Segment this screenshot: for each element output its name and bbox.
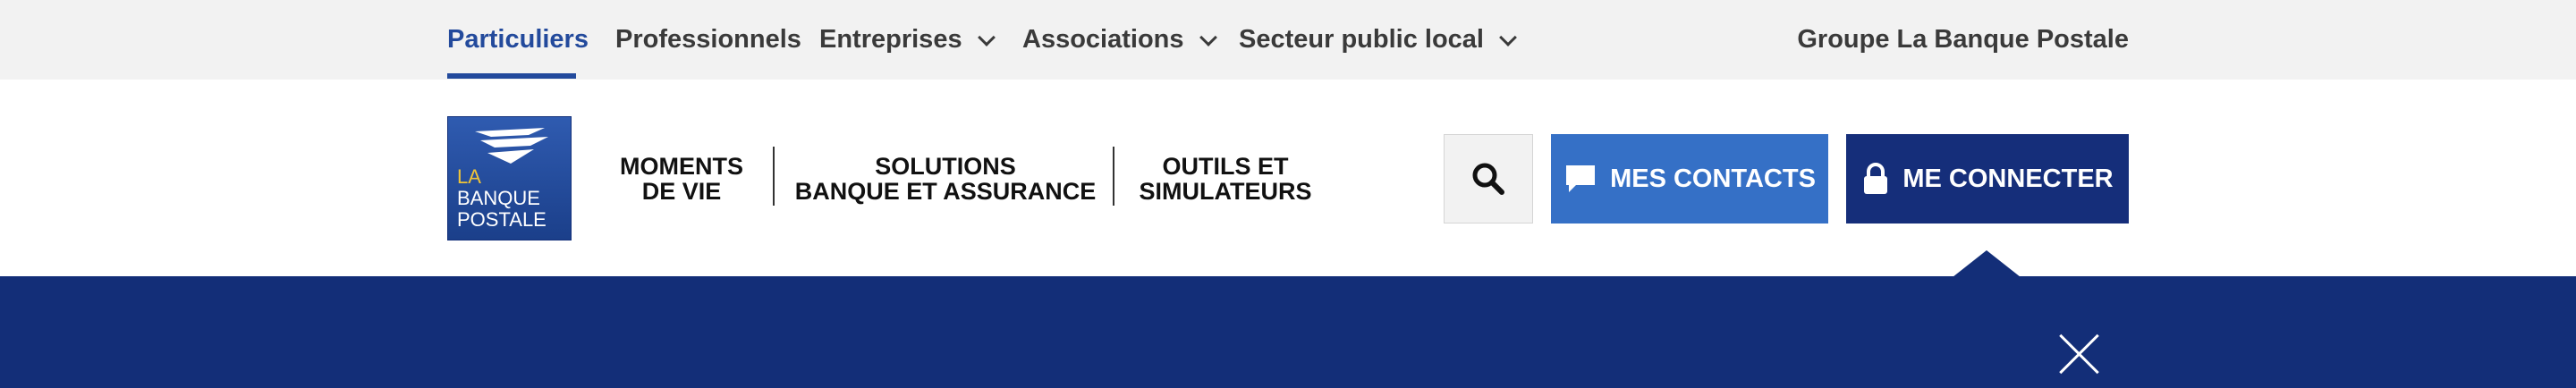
nav-label-line2: BANQUE ET ASSURANCE [794, 178, 1097, 205]
segment-label: Entreprises [819, 25, 962, 54]
segment-secteur-public-local[interactable]: Secteur public local [1239, 0, 1517, 80]
chevron-down-icon [1199, 28, 1217, 46]
main-header: LA BANQUE POSTALE MOMENTS DE VIE SOLUTIO… [0, 80, 2576, 276]
connect-dropdown-panel [0, 276, 2576, 388]
mes-contacts-label: MES CONTACTS [1610, 164, 1816, 193]
segment-bar: Particuliers Professionnels Entreprises … [0, 0, 2576, 80]
nav-label-line1: OUTILS ET [1162, 153, 1289, 180]
lock-icon [1861, 162, 1890, 196]
me-connecter-button[interactable]: ME CONNECTER [1846, 134, 2129, 224]
segment-associations[interactable]: Associations [1022, 0, 1217, 80]
logo-text-postale: POSTALE [457, 208, 547, 231]
nav-label-line1: SOLUTIONS [875, 153, 1016, 180]
close-icon[interactable] [2060, 334, 2099, 374]
segment-particuliers[interactable]: Particuliers [447, 0, 589, 80]
panel-pointer [1953, 250, 2021, 277]
nav-label-line2: DE VIE [641, 178, 722, 205]
segment-label: Professionnels [615, 25, 801, 54]
nav-outils-simulateurs[interactable]: OUTILS ET SIMULATEURS [1138, 149, 1313, 208]
mes-contacts-button[interactable]: MES CONTACTS [1551, 134, 1828, 224]
search-button[interactable] [1444, 134, 1533, 224]
nav-moments-de-vie[interactable]: MOMENTS DE VIE [615, 149, 748, 208]
nav-divider [1113, 147, 1114, 206]
bird-logo-icon [475, 128, 548, 164]
me-connecter-label: ME CONNECTER [1902, 164, 2114, 193]
chevron-down-icon [977, 28, 996, 46]
groupe-link[interactable]: Groupe La Banque Postale [1797, 0, 2129, 80]
nav-solutions-banque-assurance[interactable]: SOLUTIONS BANQUE ET ASSURANCE [795, 149, 1097, 208]
segment-label: Particuliers [447, 25, 589, 54]
nav-label-line1: MOMENTS [620, 153, 743, 180]
logo-text-banque: BANQUE [457, 187, 540, 209]
segment-entreprises[interactable]: Entreprises [819, 0, 996, 80]
segment-professionnels[interactable]: Professionnels [615, 0, 801, 80]
nav-divider [773, 147, 775, 206]
chat-bubble-icon [1563, 163, 1597, 195]
chevron-down-icon [1499, 28, 1517, 46]
segment-label: Secteur public local [1239, 25, 1484, 54]
search-icon [1472, 163, 1504, 195]
la-banque-postale-logo[interactable]: LA BANQUE POSTALE [447, 116, 572, 240]
active-segment-underline [447, 73, 576, 79]
segment-label: Associations [1022, 25, 1184, 54]
logo-text-la: LA [457, 165, 481, 188]
nav-label-line2: SIMULATEURS [1139, 178, 1312, 205]
